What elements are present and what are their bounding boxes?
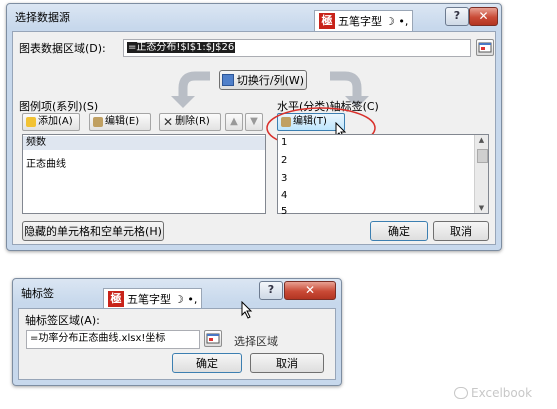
list-item[interactable]: 5	[281, 206, 287, 214]
list-item[interactable]: 2	[281, 155, 287, 166]
help-button[interactable]: ?	[445, 7, 469, 26]
switch-row-column-label: 切换行/列(W)	[236, 73, 305, 87]
list-item: 正态曲线	[26, 159, 66, 170]
select-range-label: 选择区域	[234, 335, 278, 348]
watermark: Excelbook	[454, 386, 532, 400]
mouse-cursor-icon	[241, 301, 253, 319]
select-data-source-dialog: 选择数据源 極 五笔字型 ☽ •, ? ✕ 图表数据区域(D): =正态分布!$…	[6, 3, 502, 251]
ime-label: 五笔字型	[338, 15, 382, 28]
close-button[interactable]: ✕	[284, 281, 336, 300]
watermark-text: Excelbook	[471, 386, 533, 400]
axis-labels-list[interactable]: 1 2 3 4 5 ▲ ▼	[277, 134, 489, 214]
ok-button[interactable]: 确定	[370, 221, 428, 241]
cancel-label: 取消	[276, 357, 298, 370]
remove-icon: ✕	[163, 115, 174, 129]
move-down-button[interactable]: ▼	[245, 113, 263, 131]
ime-symbols: ☽ •,	[385, 14, 409, 28]
ime-symbols: ☽ •,	[174, 292, 198, 306]
ime-logo-icon: 極	[319, 13, 335, 29]
range-picker-icon[interactable]	[476, 39, 494, 56]
add-icon	[26, 117, 36, 127]
range-picker-icon[interactable]	[204, 330, 222, 347]
dialog-body: 图表数据区域(D): =正态分布!$I$1:$J$26 切换行/列(W) 图例项…	[12, 31, 496, 245]
edit-series-button[interactable]: 编辑(E)	[89, 113, 151, 131]
axis-labels-dialog: 轴标签 極 五笔字型 ☽ •, ? ✕ 轴标签区域(A): =功率分布正态曲线.…	[12, 278, 342, 386]
series-item-normal-curve[interactable]: 正态曲线	[26, 155, 66, 170]
axis-range-label: 轴标签区域(A):	[25, 314, 100, 327]
series-list[interactable]: 频数 正态曲线	[22, 134, 266, 214]
cancel-button[interactable]: 取消	[433, 221, 489, 241]
legend-section-label: 图例项(系列)(S)	[19, 100, 99, 113]
dialog-body: 轴标签区域(A): =功率分布正态曲线.xlsx!坐标 选择区域 确定 取消	[18, 308, 336, 380]
edit-icon	[93, 117, 103, 127]
cancel-button[interactable]: 取消	[250, 353, 324, 373]
dialog-title: 选择数据源	[15, 11, 70, 24]
weibo-icon	[454, 387, 468, 399]
ime-label: 五笔字型	[127, 293, 171, 306]
list-item[interactable]: 4	[281, 190, 287, 201]
remove-label: 删除(R)	[175, 116, 210, 127]
chart-range-value: =正态分布!$I$1:$J$26	[127, 42, 236, 53]
list-item: 频数	[26, 137, 46, 148]
switch-row-column-button[interactable]: 切换行/列(W)	[219, 70, 307, 90]
series-item-frequency[interactable]: 频数	[23, 136, 265, 150]
move-up-button[interactable]: ▲	[225, 113, 243, 131]
remove-series-button[interactable]: ✕ 删除(R)	[159, 113, 221, 131]
chart-range-label: 图表数据区域(D):	[19, 42, 106, 55]
hidden-empty-cells-button[interactable]: 隐藏的单元格和空单元格(H)	[22, 221, 164, 241]
list-item[interactable]: 3	[281, 173, 287, 184]
ime-toolbar[interactable]: 極 五笔字型 ☽ •,	[314, 10, 414, 32]
axis-list-scrollbar[interactable]: ▲ ▼	[474, 135, 488, 213]
scroll-up-icon[interactable]: ▲	[475, 135, 488, 145]
ok-button[interactable]: 确定	[172, 353, 242, 373]
add-series-button[interactable]: 添加(A)	[22, 113, 80, 131]
edit-label: 编辑(E)	[105, 116, 140, 127]
chart-range-input[interactable]: =正态分布!$I$1:$J$26	[123, 39, 471, 57]
list-item[interactable]: 1	[281, 137, 287, 148]
switch-icon	[221, 74, 234, 86]
axis-range-value: =功率分布正态曲线.xlsx!坐标	[30, 333, 166, 344]
scroll-thumb[interactable]	[477, 149, 488, 163]
help-button[interactable]: ?	[259, 281, 283, 300]
ok-label: 确定	[388, 225, 410, 238]
scroll-down-icon[interactable]: ▼	[475, 203, 488, 213]
close-button[interactable]: ✕	[469, 7, 498, 26]
dialog-title: 轴标签	[21, 287, 54, 300]
cancel-label: 取消	[450, 225, 472, 238]
ime-logo-icon: 極	[108, 291, 124, 307]
add-label: 添加(A)	[38, 116, 73, 127]
ok-label: 确定	[196, 357, 218, 370]
hidden-empty-cells-label: 隐藏的单元格和空单元格(H)	[24, 225, 162, 238]
ime-toolbar[interactable]: 極 五笔字型 ☽ •,	[103, 288, 203, 310]
axis-range-input[interactable]: =功率分布正态曲线.xlsx!坐标	[26, 330, 200, 349]
